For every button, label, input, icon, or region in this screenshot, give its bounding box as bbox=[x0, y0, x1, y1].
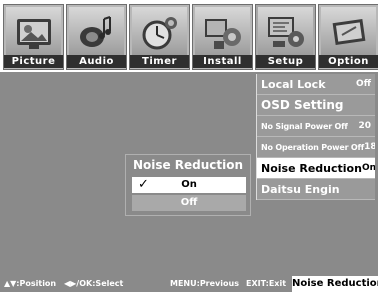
tab-picture[interactable]: Picture bbox=[3, 4, 64, 70]
tab-setup[interactable]: Setup bbox=[255, 4, 316, 70]
option-on[interactable]: ✓ On bbox=[132, 177, 246, 193]
option-on-label: On bbox=[181, 179, 197, 190]
menu-item-value: On bbox=[361, 162, 375, 173]
setup-menu: Local Lock Off OSD Setting No Signal Pow… bbox=[256, 74, 375, 200]
menu-item-label: No Operation Power Off bbox=[261, 142, 365, 152]
picture-icon bbox=[6, 7, 61, 57]
help-bar: ▲▼:Position ◀▶/OK:Select MENU:Previous E… bbox=[0, 276, 378, 292]
tab-install-label: Install bbox=[193, 55, 252, 68]
menu-item-label: OSD Setting bbox=[261, 97, 344, 112]
install-icon bbox=[195, 7, 250, 57]
tab-audio[interactable]: Audio bbox=[66, 4, 127, 70]
option-off-label: Off bbox=[180, 197, 198, 208]
option-off[interactable]: Off bbox=[132, 195, 246, 211]
tab-option[interactable]: Option bbox=[318, 4, 378, 70]
checkmark-icon: ✓ bbox=[138, 177, 149, 192]
help-exit: EXIT:Exit bbox=[246, 279, 287, 288]
help-previous: MENU:Previous bbox=[170, 279, 239, 288]
menu-item-value: Off bbox=[356, 78, 371, 89]
tab-timer-label: Timer bbox=[130, 55, 189, 68]
menu-item-label: Local Lock bbox=[261, 77, 326, 91]
tab-setup-label: Setup bbox=[256, 55, 315, 68]
menu-item-daitsu-engin[interactable]: Daitsu Engin bbox=[257, 179, 375, 200]
menu-item-noise-reduction[interactable]: Noise Reduction On bbox=[257, 158, 375, 179]
popup-title: Noise Reduction bbox=[132, 158, 244, 172]
menu-item-local-lock[interactable]: Local Lock Off bbox=[257, 74, 375, 95]
menu-item-label: No Signal Power Off bbox=[261, 121, 348, 131]
tab-option-label: Option bbox=[319, 55, 378, 68]
tab-bar: Picture Audio Timer Install Setup Option bbox=[0, 0, 378, 72]
help-position: ▲▼:Position bbox=[4, 279, 57, 288]
tab-timer[interactable]: Timer bbox=[129, 4, 190, 70]
menu-item-label: Noise Reduction bbox=[261, 161, 362, 175]
menu-item-osd-setting[interactable]: OSD Setting bbox=[257, 95, 375, 116]
tab-picture-label: Picture bbox=[4, 55, 63, 68]
tab-install[interactable]: Install bbox=[192, 4, 253, 70]
option-icon bbox=[321, 7, 376, 57]
menu-item-value: 180 bbox=[364, 141, 375, 152]
menu-item-value: 20 bbox=[358, 120, 371, 131]
current-item-label: Noise Reduction bbox=[292, 276, 378, 292]
help-select: ◀▶/OK:Select bbox=[64, 279, 124, 288]
menu-item-no-operation-power-off[interactable]: No Operation Power Off 180 bbox=[257, 137, 375, 158]
timer-icon bbox=[132, 7, 187, 57]
setup-icon bbox=[258, 7, 313, 57]
menu-item-no-signal-power-off[interactable]: No Signal Power Off 20 bbox=[257, 116, 375, 137]
menu-item-label: Daitsu Engin bbox=[261, 182, 340, 196]
noise-reduction-popup: Noise Reduction ✓ On Off bbox=[125, 154, 251, 216]
tab-audio-label: Audio bbox=[67, 55, 126, 68]
audio-icon bbox=[69, 7, 124, 57]
